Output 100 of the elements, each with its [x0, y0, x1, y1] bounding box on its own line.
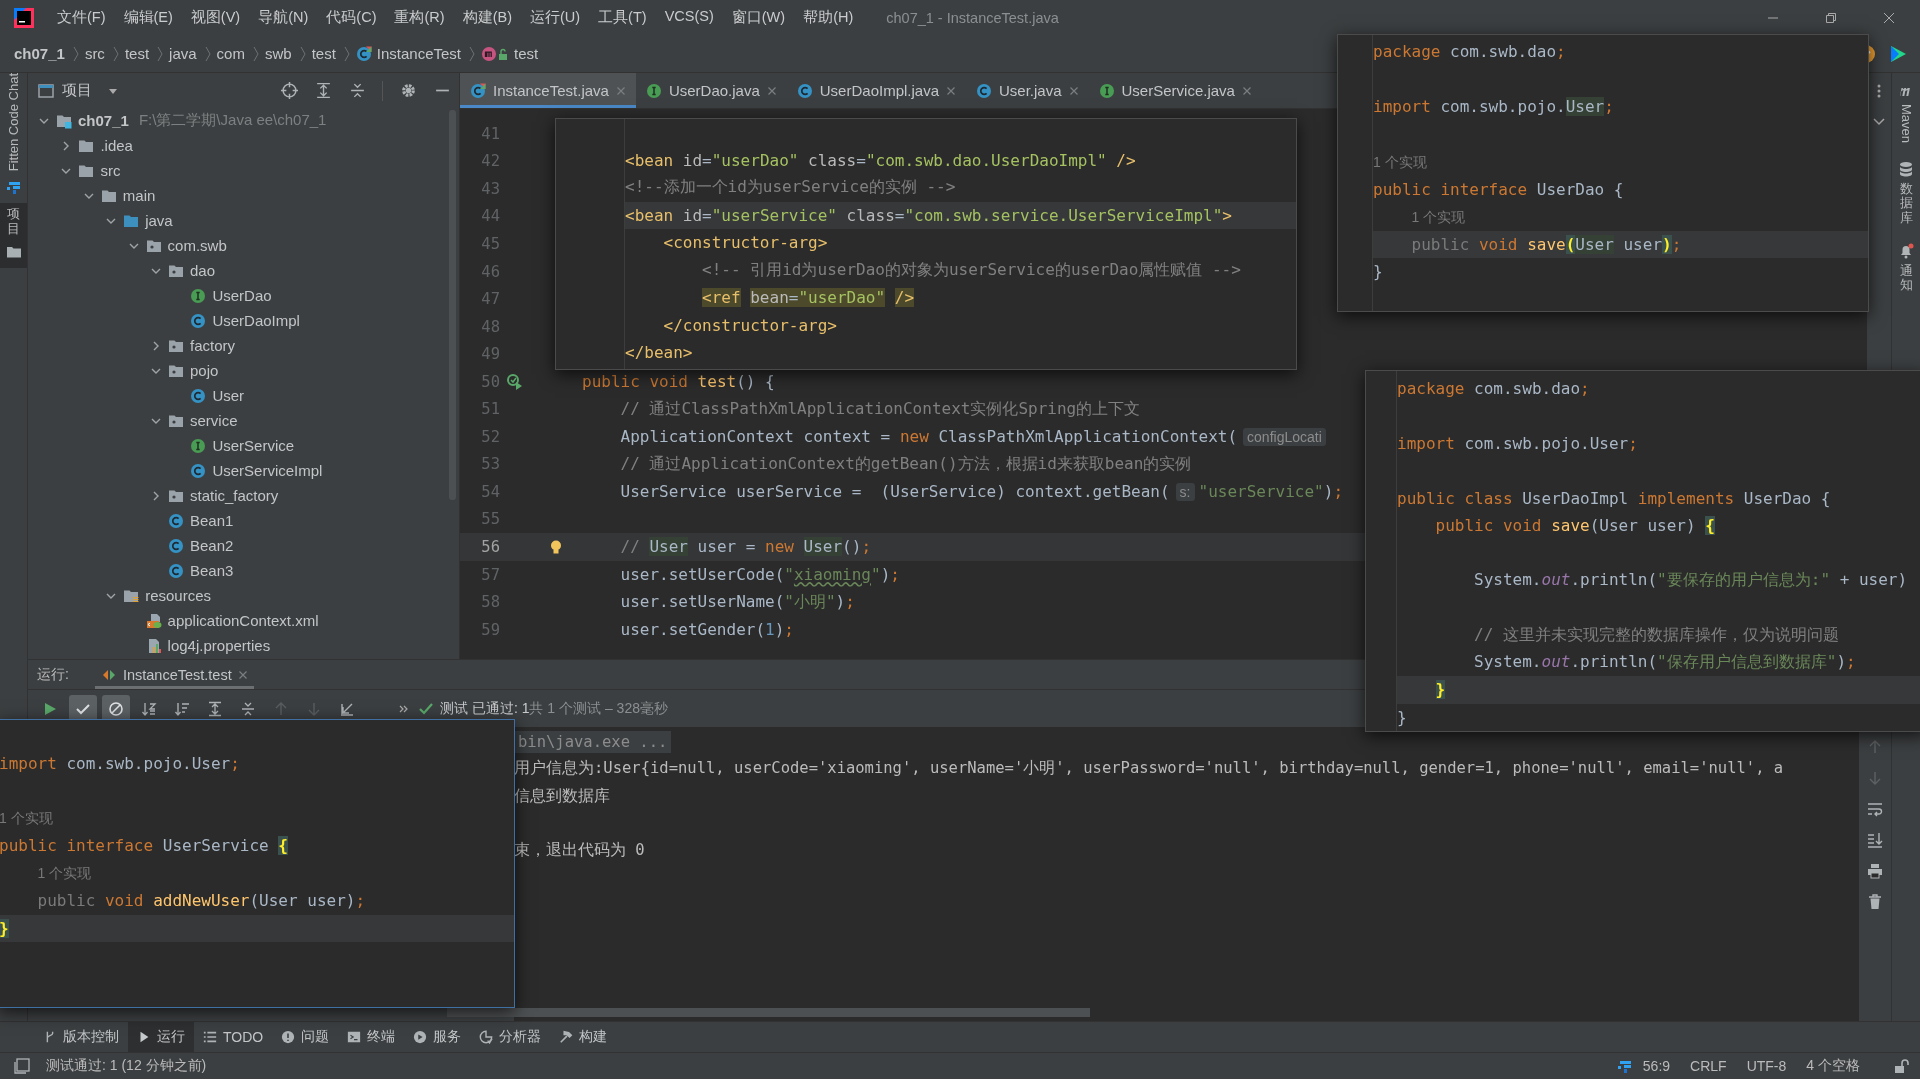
menu-item[interactable]: 代码(C)	[317, 8, 386, 27]
tool-window-tab[interactable]: 版本控制	[34, 1022, 128, 1052]
close-icon[interactable]	[946, 85, 956, 96]
menu-item[interactable]: 帮助(H)	[794, 8, 863, 27]
scrollbar-thumb[interactable]	[447, 1008, 1090, 1017]
menu-item[interactable]: 运行(U)	[520, 8, 590, 27]
tree-item[interactable]: User	[212, 387, 245, 404]
close-icon[interactable]	[1241, 85, 1252, 96]
panel-title[interactable]: 项目	[62, 81, 92, 100]
menu-item[interactable]: 窗口(W)	[722, 8, 795, 27]
tree-item[interactable]: service	[190, 412, 238, 429]
scroll-to-end-icon[interactable]	[1867, 832, 1883, 848]
menu-item[interactable]: VCS(S)	[655, 8, 723, 27]
tool-window-tab[interactable]: 服务	[404, 1022, 471, 1052]
tool-window-tab[interactable]: 终端	[338, 1022, 405, 1052]
tool-window-tab[interactable]: 问题	[272, 1022, 339, 1052]
tree-item[interactable]: UserDaoImpl	[212, 312, 300, 329]
tree-item[interactable]: src	[100, 162, 121, 179]
plugin-logo-icon[interactable]	[1888, 43, 1908, 64]
tool-window-tab[interactable]: 构建	[550, 1022, 617, 1052]
tool-window-tab[interactable]: 分析器	[470, 1022, 551, 1052]
code-line: package com.swb.dao;	[1373, 42, 1566, 62]
editor-tab[interactable]: UserDao.java	[635, 73, 787, 108]
settings-icon[interactable]	[400, 82, 417, 99]
menu-item[interactable]: 工具(T)	[589, 8, 656, 27]
lock-icon[interactable]	[1894, 1058, 1910, 1074]
tool-window-tab[interactable]: 通知	[1898, 242, 1914, 293]
tree-item[interactable]: log4j.properties	[167, 637, 271, 654]
tree-item[interactable]: com.swb	[167, 237, 227, 254]
terminal-icon	[347, 1030, 362, 1044]
print-icon[interactable]	[1867, 863, 1883, 879]
close-icon[interactable]	[1882, 10, 1896, 25]
close-icon[interactable]	[766, 85, 777, 96]
breadcrumb-item[interactable]: src	[84, 43, 125, 64]
editor-tab[interactable]: UserDaoImpl.java	[786, 73, 966, 108]
file-encoding[interactable]: UTF-8	[1746, 1058, 1787, 1074]
tool-window-tab[interactable]: 运行	[128, 1022, 194, 1052]
close-icon[interactable]	[1068, 85, 1079, 96]
menu-item[interactable]: 重构(R)	[385, 8, 454, 27]
code-line: 1 个实现	[1373, 152, 1427, 172]
tree-item[interactable]: applicationContext.xml	[167, 612, 319, 629]
layout-icon[interactable]	[14, 1058, 30, 1074]
tree-item[interactable]: static_factory	[190, 487, 279, 504]
line-number: 44	[480, 207, 500, 226]
breadcrumb-item[interactable]: test	[481, 45, 539, 62]
menu-item[interactable]: 构建(B)	[453, 8, 521, 27]
tree-item[interactable]: ch07_1	[78, 112, 129, 129]
tool-window-tab[interactable]: 数据库	[1898, 161, 1914, 225]
tree-item[interactable]: Bean3	[190, 562, 234, 579]
breadcrumb-item[interactable]: com	[216, 43, 265, 64]
run-test-icon[interactable]	[507, 373, 523, 390]
tree-item[interactable]: .idea	[100, 137, 133, 154]
tool-window-tab[interactable]: TODO	[194, 1022, 273, 1052]
tree-item[interactable]: main	[122, 187, 156, 204]
editor-tab[interactable]: User.java	[966, 73, 1089, 108]
tree-item[interactable]: resources	[145, 587, 212, 604]
code-line: public class UserDaoImpl implements UserDao {	[1397, 488, 1831, 508]
soft-wrap-icon[interactable]	[1867, 801, 1883, 817]
tree-item[interactable]: pojo	[190, 362, 219, 379]
tree-item[interactable]: UserService	[212, 437, 295, 454]
menu-item[interactable]: 编辑(E)	[114, 8, 182, 27]
breadcrumb-item[interactable]: test	[124, 43, 170, 64]
class-icon	[168, 512, 184, 529]
tree-item[interactable]: UserServiceImpl	[212, 462, 323, 479]
tree-item[interactable]: factory	[190, 337, 235, 354]
line-ending[interactable]: CRLF	[1690, 1058, 1727, 1074]
expand-all-icon[interactable]	[315, 82, 332, 99]
close-icon[interactable]	[237, 669, 248, 680]
breadcrumb-item[interactable]: ch07_1	[14, 43, 85, 64]
test-status: 测试 已通过: 1	[440, 699, 530, 718]
breadcrumb-item[interactable]: swb	[264, 43, 312, 64]
folded-command[interactable]: bin\java.exe ...	[514, 730, 672, 753]
menu-item[interactable]: 导航(N)	[249, 8, 318, 27]
menu-item[interactable]: 文件(F)	[48, 8, 115, 27]
editor-tab[interactable]: InstanceTest.java	[460, 73, 636, 108]
code-line: </constructor-arg>	[662, 315, 837, 335]
tool-window-tab[interactable]: 项目	[0, 203, 27, 268]
caret-position[interactable]: 56:9	[1642, 1058, 1671, 1074]
tree-item[interactable]: Bean1	[190, 512, 234, 529]
tree-item[interactable]: UserDao	[212, 287, 272, 304]
editor-tab[interactable]: UserService.java	[1088, 73, 1262, 108]
run-tab[interactable]: InstanceTest.test	[94, 660, 254, 689]
restore-icon[interactable]	[1824, 10, 1838, 25]
tree-item[interactable]: dao	[190, 262, 216, 279]
lightbulb-icon[interactable]	[548, 538, 564, 555]
delete-icon[interactable]	[1867, 894, 1883, 910]
tool-window-tab[interactable]: Fitten Code Chat	[0, 73, 27, 204]
code-line: UserService userService = (UserService) context.getBean( s: "userService");	[619, 482, 1343, 502]
collapse-all-icon[interactable]	[349, 82, 366, 99]
tool-window-tab[interactable]: Maven	[1898, 83, 1914, 144]
indent-setting[interactable]: 4 个空格	[1806, 1057, 1860, 1075]
fitten-logo-icon[interactable]	[1616, 1058, 1633, 1074]
locate-icon[interactable]	[281, 82, 298, 99]
breadcrumb-item[interactable]: test	[311, 43, 356, 64]
breadcrumb-item[interactable]: java	[169, 43, 217, 64]
tree-item[interactable]: java	[145, 212, 173, 229]
menu-item[interactable]: 视图(V)	[181, 8, 250, 27]
tree-item[interactable]: Bean2	[190, 537, 234, 554]
line-number: 51	[480, 400, 500, 419]
breadcrumb-item[interactable]: InstanceTest	[355, 43, 482, 64]
